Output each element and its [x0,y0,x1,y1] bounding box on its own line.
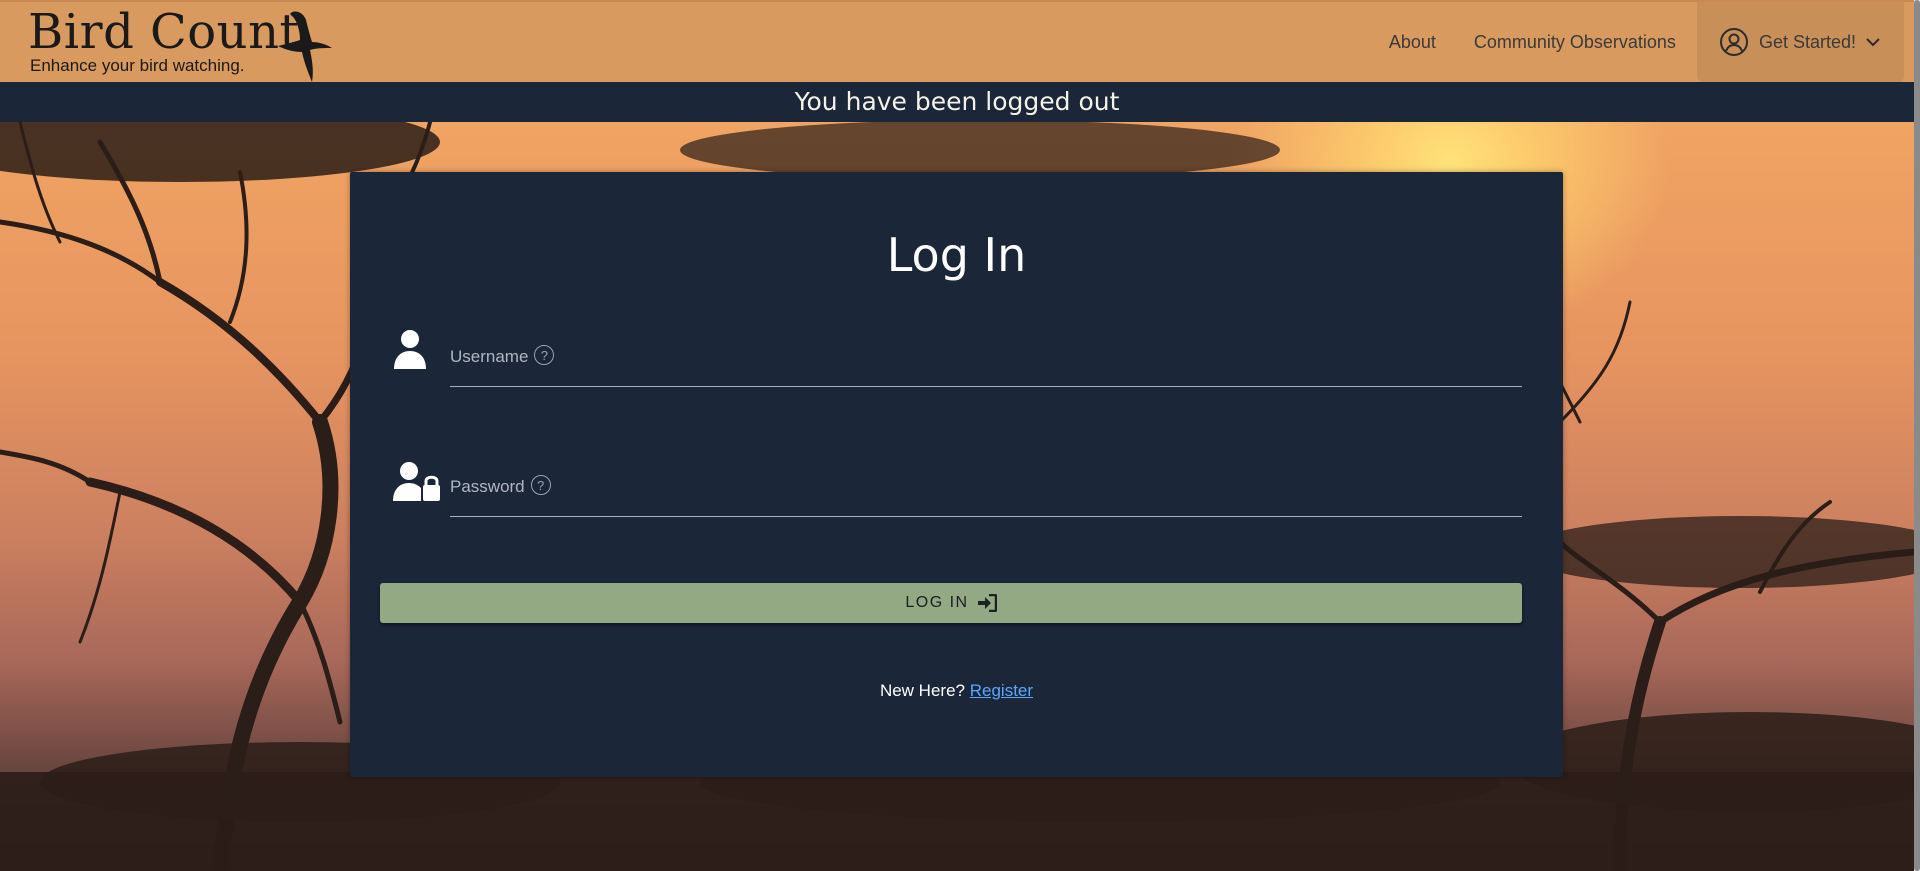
bird-logo-icon [278,11,332,82]
main-nav: About Community Observations Get Started… [1370,2,1914,82]
logout-notice: You have been logged out [0,82,1914,122]
user-circle-icon [1719,28,1748,56]
password-field[interactable]: Password ? [392,457,1522,517]
nav-community-observations-link[interactable]: Community Observations [1455,2,1695,82]
login-button[interactable]: LOG IN [380,583,1522,623]
get-started-dropdown[interactable]: Get Started! [1696,2,1904,82]
sign-in-icon [977,594,997,612]
register-prompt-text: New Here? [879,681,965,700]
user-lock-icon [393,462,440,501]
password-label-text: Password [450,477,525,496]
username-field[interactable]: Username ? [392,327,1522,387]
register-prompt: New Here? Register [350,681,1563,701]
password-label: Password ? [450,475,551,497]
password-help-icon[interactable]: ? [530,475,551,495]
register-link[interactable]: Register [970,681,1033,700]
page-scrollbar[interactable] [1914,0,1920,871]
chevron-down-icon [1866,38,1880,47]
password-input-underline [450,516,1522,517]
username-input-underline [450,386,1522,387]
login-button-label: LOG IN [905,594,969,611]
nav-about-link[interactable]: About [1370,2,1455,82]
login-title: Log In [886,228,1027,282]
user-icon [394,330,426,369]
username-label-text: Username [450,347,529,366]
page-viewport: Bird Count Enhance your bird watching. A… [0,0,1914,871]
scrollbar-thumb[interactable] [1914,0,1920,871]
brand[interactable]: Bird Count Enhance your bird watching. [28,6,299,76]
top-navigation-bar: Bird Count Enhance your bird watching. A… [0,0,1914,82]
username-label: Username ? [450,345,555,367]
login-card: Log In Username ? Password ? LOG IN New … [350,172,1563,777]
get-started-label: Get Started! [1758,31,1856,52]
brand-title: Bird Count [28,4,300,60]
username-help-icon[interactable]: ? [534,345,555,365]
